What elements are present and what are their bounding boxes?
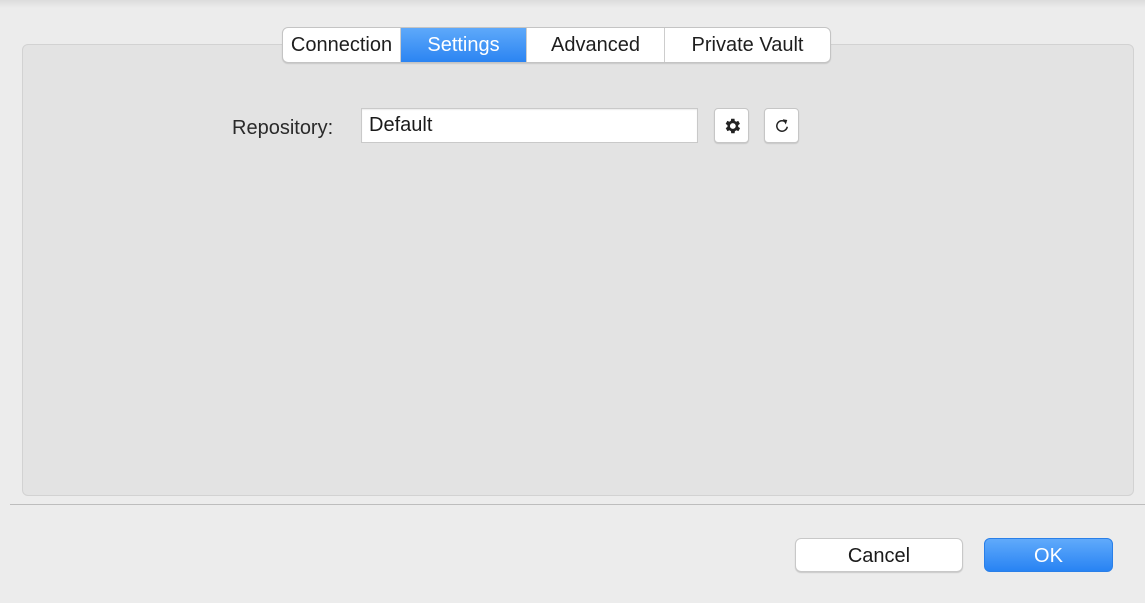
tab-advanced[interactable]: Advanced — [527, 28, 665, 62]
refresh-icon — [775, 118, 788, 132]
repository-label: Repository: — [232, 117, 334, 139]
tab-private-vault[interactable]: Private Vault — [665, 28, 830, 62]
cancel-button[interactable]: Cancel — [795, 538, 963, 572]
gear-icon — [725, 118, 740, 133]
tab-bar: Connection Settings Advanced Private Vau… — [282, 27, 831, 63]
repository-field[interactable] — [361, 108, 698, 143]
title-shadow — [0, 0, 1145, 8]
repository-refresh-button[interactable] — [764, 108, 799, 143]
tab-connection[interactable]: Connection — [283, 28, 401, 62]
dialog-footer — [10, 505, 1145, 603]
settings-dialog: Connection Settings Advanced Private Vau… — [0, 0, 1145, 603]
ok-button[interactable]: OK — [984, 538, 1113, 572]
repository-settings-button[interactable] — [714, 108, 749, 143]
tab-settings[interactable]: Settings — [401, 28, 527, 62]
